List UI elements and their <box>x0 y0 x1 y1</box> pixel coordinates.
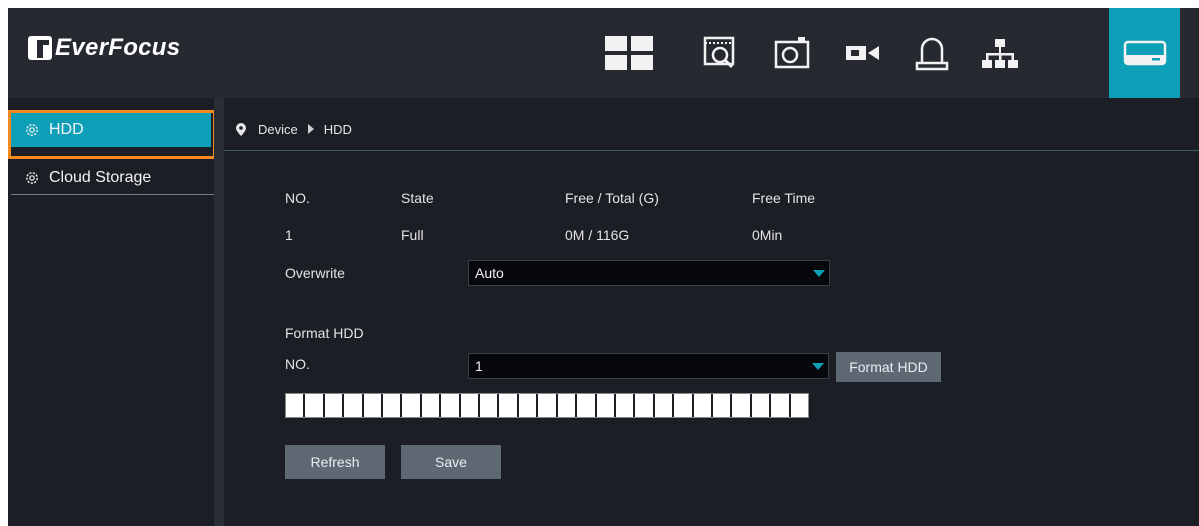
nav-live-view[interactable] <box>599 8 659 98</box>
column-header-no: NO. <box>285 190 310 206</box>
progress-segment <box>402 394 422 417</box>
device-hdd-icon <box>1123 40 1166 66</box>
progress-segment <box>441 394 461 417</box>
brand-name: EverFocus <box>55 34 181 61</box>
format-no-select[interactable]: 1 <box>468 353 829 379</box>
format-progress-bar <box>285 393 809 418</box>
progress-segment <box>693 394 713 417</box>
progress-segment <box>480 394 500 417</box>
progress-segment <box>751 394 772 417</box>
live-view-grid-icon <box>605 36 653 70</box>
sidebar-item-label: HDD <box>49 121 84 138</box>
table-cell-no: 1 <box>285 227 293 243</box>
nav-record[interactable] <box>833 8 893 98</box>
progress-segment <box>615 394 636 417</box>
gear-icon <box>25 123 39 137</box>
overwrite-value: Auto <box>475 265 504 281</box>
gear-icon <box>25 171 39 185</box>
progress-segment <box>518 394 539 417</box>
breadcrumb-hdd: HDD <box>323 121 352 137</box>
progress-segment <box>790 394 808 417</box>
breadcrumb: Device HDD <box>236 120 352 138</box>
progress-segment <box>421 394 442 417</box>
save-button[interactable]: Save <box>401 445 501 479</box>
progress-segment <box>674 394 694 417</box>
format-no-label: NO. <box>285 356 310 372</box>
progress-segment <box>363 394 384 417</box>
progress-segment <box>344 394 364 417</box>
format-hdd-button[interactable]: Format HDD <box>836 352 941 382</box>
column-header-state: State <box>401 190 434 206</box>
breadcrumb-device[interactable]: Device <box>258 122 298 137</box>
progress-segment <box>383 394 403 417</box>
table-cell-free-time: 0Min <box>752 227 783 243</box>
format-hdd-section-label: Format HDD <box>285 325 364 341</box>
sidebar-item-hdd[interactable]: HDD <box>11 113 211 147</box>
alarm-bell-icon <box>915 37 949 71</box>
location-pin-icon <box>236 122 246 136</box>
progress-segment <box>635 394 655 417</box>
refresh-button[interactable]: Refresh <box>285 445 385 479</box>
column-header-free-total: Free / Total (G) <box>565 190 659 206</box>
chevron-down-icon <box>812 363 824 370</box>
progress-segment <box>460 394 481 417</box>
progress-segment <box>286 394 306 417</box>
nav-network[interactable] <box>970 8 1030 98</box>
progress-segment <box>538 394 558 417</box>
progress-segment <box>712 394 733 417</box>
panel-divider <box>214 98 224 526</box>
progress-segment <box>324 394 345 417</box>
network-icon <box>982 39 1018 68</box>
progress-segment <box>596 394 616 417</box>
overwrite-label: Overwrite <box>285 265 345 281</box>
sidebar-item-cloud-storage[interactable]: Cloud Storage <box>11 163 211 193</box>
brand-logo: EverFocus <box>28 28 180 68</box>
snapshot-camera-icon <box>774 37 810 69</box>
breadcrumb-divider <box>224 150 1199 151</box>
nav-snapshot[interactable] <box>762 8 822 98</box>
progress-segment <box>732 394 752 417</box>
sidebar-item-label: Cloud Storage <box>49 169 152 186</box>
overwrite-select[interactable]: Auto <box>468 260 830 286</box>
app-window: EverFocus HDD Cloud Storage Device HDD N… <box>8 8 1199 526</box>
table-cell-state: Full <box>401 227 424 243</box>
nav-device[interactable] <box>1109 8 1180 98</box>
video-camera-icon <box>846 46 879 60</box>
progress-segment <box>771 394 791 417</box>
progress-segment <box>577 394 597 417</box>
sidebar-divider <box>11 194 214 195</box>
progress-segment <box>499 394 519 417</box>
logo-mark-icon <box>28 36 52 60</box>
top-bar: EverFocus <box>8 8 1199 98</box>
format-no-value: 1 <box>475 358 483 374</box>
nav-alarm[interactable] <box>902 8 962 98</box>
left-sidebar: HDD Cloud Storage <box>8 98 216 526</box>
progress-segment <box>305 394 325 417</box>
progress-segment <box>557 394 578 417</box>
column-header-free-time: Free Time <box>752 190 816 206</box>
chevron-down-icon <box>813 270 825 277</box>
main-content: Device HDD NO. State Free / Total (G) Fr… <box>224 98 1199 526</box>
playback-search-icon <box>703 36 735 69</box>
chevron-right-icon <box>307 124 314 134</box>
progress-segment <box>654 394 675 417</box>
table-cell-free-total: 0M / 116G <box>565 227 630 243</box>
nav-playback[interactable] <box>690 8 750 98</box>
